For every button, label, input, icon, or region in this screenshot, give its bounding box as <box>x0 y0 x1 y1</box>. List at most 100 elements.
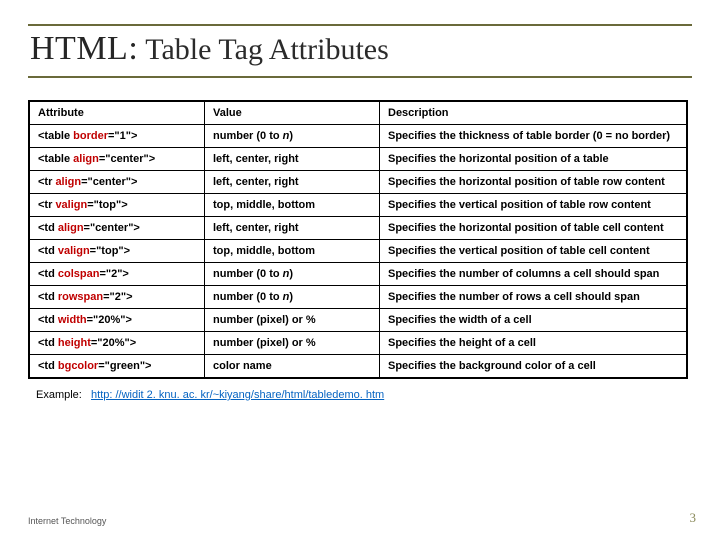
example-link[interactable]: http: //widit 2. knu. ac. kr/~kiyang/sha… <box>91 389 384 401</box>
tag-close: ="center"> <box>99 153 155 165</box>
cell-description: Specifies the number of columns a cell s… <box>380 263 688 286</box>
value-text: left, center, right <box>213 176 299 188</box>
page-number: 3 <box>690 510 697 526</box>
value-text: number (0 to <box>213 291 283 303</box>
tag-close: ="2"> <box>103 291 132 303</box>
tag-open: <td <box>38 291 58 303</box>
cell-description: Specifies the horizontal position of tab… <box>380 171 688 194</box>
cell-description: Specifies the width of a cell <box>380 309 688 332</box>
th-description: Description <box>380 101 688 125</box>
cell-attribute: <tr valign="top"> <box>29 194 205 217</box>
cell-attribute: <table border="1"> <box>29 125 205 148</box>
cell-attribute: <tr align="center"> <box>29 171 205 194</box>
cell-attribute: <table align="center"> <box>29 148 205 171</box>
tag-close: ="top"> <box>87 199 127 211</box>
cell-value: color name <box>205 355 380 379</box>
tag-open: <tr <box>38 176 55 188</box>
value-text: left, center, right <box>213 153 299 165</box>
attr-name: rowspan <box>58 291 103 303</box>
tag-open: <td <box>38 268 58 280</box>
tag-close: ="center"> <box>81 176 137 188</box>
attr-name: colspan <box>58 268 100 280</box>
table-row: <table border="1">number (0 to n)Specifi… <box>29 125 687 148</box>
tag-open: <td <box>38 245 58 257</box>
cell-value: number (0 to n) <box>205 125 380 148</box>
value-tail: ) <box>289 268 293 280</box>
value-text: left, center, right <box>213 222 299 234</box>
cell-value: top, middle, bottom <box>205 240 380 263</box>
tag-close: ="20%"> <box>87 314 132 326</box>
value-tail: ) <box>289 130 293 142</box>
cell-attribute: <td align="center"> <box>29 217 205 240</box>
attr-name: valign <box>58 245 90 257</box>
table-row: <table align="center"> left, center, righ… <box>29 148 687 171</box>
attributes-table: Attribute Value Description <table borde… <box>28 100 688 379</box>
value-text: number (0 to <box>213 130 283 142</box>
example-label: Example: <box>36 389 82 401</box>
table-row: <td colspan="2">number (0 to n)Specifies… <box>29 263 687 286</box>
tag-open: <td <box>38 222 58 234</box>
title-rest: Table Tag Attributes <box>138 33 389 66</box>
tag-close: ="20%"> <box>91 337 136 349</box>
table-row: <tr align="center"> left, center, right Sp… <box>29 171 687 194</box>
cell-description: Specifies the horizontal position of tab… <box>380 217 688 240</box>
cell-value: left, center, right <box>205 217 380 240</box>
example-line: Example: http: //widit 2. knu. ac. kr/~k… <box>28 389 692 401</box>
cell-description: Specifies the number of rows a cell shou… <box>380 286 688 309</box>
slide: HTML: Table Tag Attributes Attribute Val… <box>0 0 720 540</box>
tag-open: <td <box>38 337 58 349</box>
tag-open: <table <box>38 130 73 142</box>
attr-name: bgcolor <box>58 360 98 372</box>
attr-name: align <box>55 176 81 188</box>
value-text: number (0 to <box>213 268 283 280</box>
cell-attribute: <td bgcolor="green"> <box>29 355 205 379</box>
th-attribute: Attribute <box>29 101 205 125</box>
table-row: <tr valign="top"> top, middle, bottom Spec… <box>29 194 687 217</box>
tag-open: <td <box>38 314 58 326</box>
title-bar: HTML: Table Tag Attributes <box>28 24 692 78</box>
footer-left: Internet Technology <box>28 516 106 526</box>
table-header-row: Attribute Value Description <box>29 101 687 125</box>
title-prefix: HTML: <box>30 30 138 67</box>
table-row: <td rowspan="2">number (0 to n)Specifies… <box>29 286 687 309</box>
tag-close: ="1"> <box>108 130 137 142</box>
cell-value: number (0 to n) <box>205 263 380 286</box>
cell-value: number (0 to n) <box>205 286 380 309</box>
th-value: Value <box>205 101 380 125</box>
value-text: number (pixel) or % <box>213 337 316 349</box>
cell-description: Specifies the vertical position of table… <box>380 240 688 263</box>
attr-name: height <box>58 337 91 349</box>
page-title: HTML: Table Tag Attributes <box>30 30 692 68</box>
cell-value: left, center, right <box>205 171 380 194</box>
attr-name: valign <box>55 199 87 211</box>
value-text: top, middle, bottom <box>213 199 315 211</box>
value-text: number (pixel) or % <box>213 314 316 326</box>
tag-close: ="green"> <box>98 360 151 372</box>
table-row: <td width="20%"> number (pixel) or % Speci… <box>29 309 687 332</box>
cell-description: Specifies the horizontal position of a t… <box>380 148 688 171</box>
cell-description: Specifies the thickness of table border … <box>380 125 688 148</box>
tag-open: <td <box>38 360 58 372</box>
cell-attribute: <td width="20%"> <box>29 309 205 332</box>
table-row: <td valign="top"> top, middle, bottom Spec… <box>29 240 687 263</box>
value-text: color name <box>213 360 272 372</box>
attr-name: align <box>58 222 84 234</box>
table-row: <td bgcolor="green"> color name Specifies … <box>29 355 687 379</box>
tag-open: <table <box>38 153 73 165</box>
cell-value: number (pixel) or % <box>205 309 380 332</box>
tag-close: ="2"> <box>99 268 128 280</box>
cell-attribute: <td rowspan="2"> <box>29 286 205 309</box>
cell-value: left, center, right <box>205 148 380 171</box>
tag-open: <tr <box>38 199 55 211</box>
attr-name: border <box>73 130 108 142</box>
value-tail: ) <box>289 291 293 303</box>
cell-attribute: <td colspan="2"> <box>29 263 205 286</box>
attr-name: align <box>73 153 99 165</box>
cell-value: number (pixel) or % <box>205 332 380 355</box>
cell-description: Specifies the background color of a cell <box>380 355 688 379</box>
cell-attribute: <td height="20%"> <box>29 332 205 355</box>
value-text: top, middle, bottom <box>213 245 315 257</box>
table-row: <td align="center"> left, center, right Sp… <box>29 217 687 240</box>
cell-description: Specifies the vertical position of table… <box>380 194 688 217</box>
tag-close: ="top"> <box>90 245 130 257</box>
